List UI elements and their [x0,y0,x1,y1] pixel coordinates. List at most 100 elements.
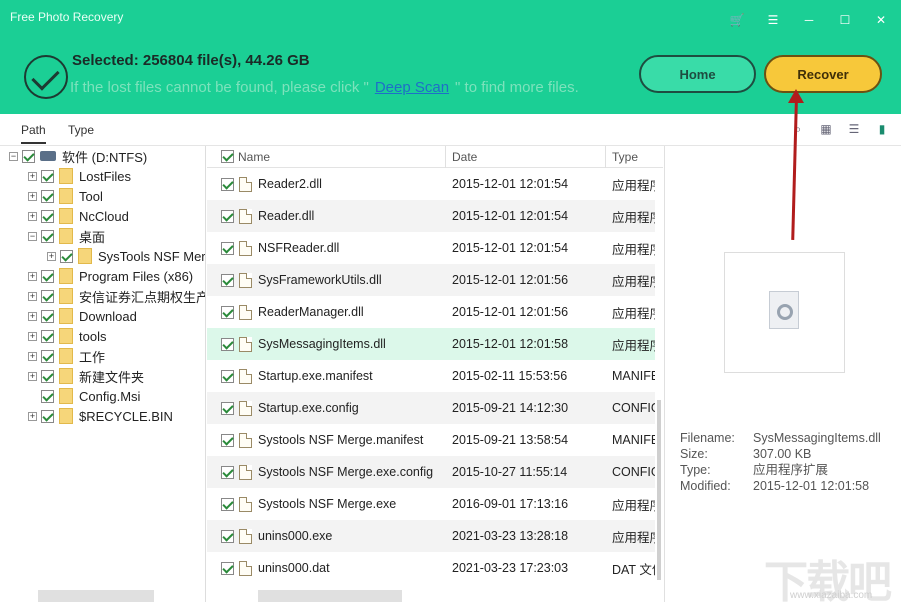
recover-button[interactable]: Recover [764,55,882,93]
tab-type[interactable]: Type [68,123,94,137]
tree-item[interactable]: +tools [28,326,106,346]
grid-view-icon[interactable]: ▦ [819,122,833,136]
tree-expander-icon[interactable]: + [28,412,37,421]
home-button[interactable]: Home [639,55,756,93]
column-divider[interactable] [605,146,606,168]
maximize-icon[interactable]: ☐ [833,8,857,32]
tree-horizontal-scrollbar[interactable] [38,590,154,602]
tree-item[interactable]: +NcCloud [28,206,129,226]
file-row[interactable]: unins000.exe2021-03-23 13:28:18应用程序 [207,520,655,552]
tree-checkbox[interactable] [41,330,54,343]
tree-item-label: LostFiles [79,169,131,184]
tree-expander-icon[interactable]: + [28,272,37,281]
tree-checkbox[interactable] [60,250,73,263]
tree-checkbox[interactable] [41,350,54,363]
list-header: Name Date Type [207,146,663,168]
tree-expander-icon[interactable]: + [28,212,37,221]
file-row[interactable]: Reader.dll2015-12-01 12:01:54应用程序扩展 [207,200,655,232]
tree-item[interactable]: +工作 [28,346,105,366]
tree-item[interactable]: −桌面 [28,226,105,246]
file-row[interactable]: NSFReader.dll2015-12-01 12:01:54应用程序扩展 [207,232,655,264]
cart-icon[interactable]: 🛒 [725,8,749,32]
file-checkbox[interactable] [221,434,234,447]
file-checkbox[interactable] [221,210,234,223]
file-checkbox[interactable] [221,562,234,575]
file-checkbox[interactable] [221,274,234,287]
file-checkbox[interactable] [221,370,234,383]
tree-item[interactable]: + LostFiles [28,166,131,186]
tree-expander-icon[interactable]: − [28,232,37,241]
file-row[interactable]: SysMessagingItems.dll2015-12-01 12:01:58… [207,328,655,360]
file-checkbox[interactable] [221,402,234,415]
toolbar: Path Type ⌕ ▦ ☰ ▮ [0,114,901,146]
select-all-checkbox[interactable] [221,150,234,163]
tree-checkbox[interactable] [41,290,54,303]
file-name: unins000.exe [258,529,453,543]
tree-expander-icon[interactable]: + [28,312,37,321]
file-checkbox[interactable] [221,530,234,543]
tree-item[interactable]: +Program Files (x86) [28,266,193,286]
tree-expander-icon[interactable]: + [28,292,37,301]
tree-item[interactable]: +Tool [28,186,103,206]
tree-checkbox[interactable] [41,210,54,223]
file-row[interactable]: ReaderManager.dll2015-12-01 12:01:56应用程序… [207,296,655,328]
gear-icon [777,304,793,320]
file-row[interactable]: Systools NSF Merge.manifest2015-09-21 13… [207,424,655,456]
file-checkbox[interactable] [221,498,234,511]
hint-before: If the lost files cannot be found, pleas… [70,79,369,96]
file-row[interactable]: Startup.exe.config2015-09-21 14:12:30CON… [207,392,655,424]
list-vertical-scrollbar[interactable] [657,400,661,580]
tree-item[interactable]: +Download [28,306,137,326]
modified-value: 2015-12-01 12:01:58 [753,479,869,493]
tree-item[interactable]: +$RECYCLE.BIN [28,406,173,426]
detail-view-icon[interactable]: ▮ [875,122,889,136]
preview-thumbnail [724,252,845,373]
close-icon[interactable]: ✕ [869,8,893,32]
file-info: Filename:SysMessagingItems.dll Size:307.… [680,430,881,494]
tree-checkbox[interactable] [41,270,54,283]
modified-label: Modified: [680,478,753,494]
filename-value: SysMessagingItems.dll [753,431,881,445]
tree-checkbox[interactable] [41,370,54,383]
tree-expander-icon[interactable]: + [28,372,37,381]
file-checkbox[interactable] [221,466,234,479]
column-date[interactable]: Date [452,150,477,164]
tree-item[interactable]: +安信证券汇点期权生产系统 [28,286,206,306]
file-row[interactable]: Startup.exe.manifest2015-02-11 15:53:56M… [207,360,655,392]
tree-checkbox[interactable] [41,310,54,323]
tree-item[interactable]: −软件 (D:NTFS) [9,146,147,166]
file-checkbox[interactable] [221,338,234,351]
tree-checkbox[interactable] [41,190,54,203]
column-name[interactable]: Name [238,150,270,164]
tree-expander-icon[interactable]: + [28,192,37,201]
tree-checkbox[interactable] [22,150,35,163]
tree-expander-icon[interactable]: + [28,332,37,341]
tree-item[interactable]: Config.Msi [28,386,140,406]
file-checkbox[interactable] [221,242,234,255]
file-row[interactable]: unins000.dat2021-03-23 17:23:03DAT 文件 [207,552,655,584]
tree-checkbox[interactable] [41,230,54,243]
tree-item[interactable]: +新建文件夹 [28,366,144,386]
tree-checkbox[interactable] [41,170,54,183]
tree-expander-icon[interactable]: − [9,152,18,161]
file-checkbox[interactable] [221,306,234,319]
deep-scan-link[interactable]: Deep Scan [375,79,449,96]
settings-icon[interactable]: ☰ [761,8,785,32]
tree-expander-icon[interactable]: + [28,352,37,361]
tree-expander-icon[interactable]: + [47,252,56,261]
tree-checkbox[interactable] [41,390,54,403]
tree-item[interactable]: +SysTools NSF Merge [47,246,206,266]
list-horizontal-scrollbar[interactable] [258,590,402,602]
list-view-icon[interactable]: ☰ [847,122,861,136]
minimize-icon[interactable]: ─ [797,8,821,32]
column-type[interactable]: Type [612,150,638,164]
file-row[interactable]: Systools NSF Merge.exe2016-09-01 17:13:1… [207,488,655,520]
tree-checkbox[interactable] [41,410,54,423]
file-row[interactable]: Reader2.dll2015-12-01 12:01:54应用程序扩展 [207,168,655,200]
file-row[interactable]: SysFrameworkUtils.dll2015-12-01 12:01:56… [207,264,655,296]
tree-expander-icon[interactable]: + [28,172,37,181]
column-divider[interactable] [445,146,446,168]
tab-path[interactable]: Path [21,123,46,144]
file-checkbox[interactable] [221,178,234,191]
file-row[interactable]: Systools NSF Merge.exe.config2015-10-27 … [207,456,655,488]
